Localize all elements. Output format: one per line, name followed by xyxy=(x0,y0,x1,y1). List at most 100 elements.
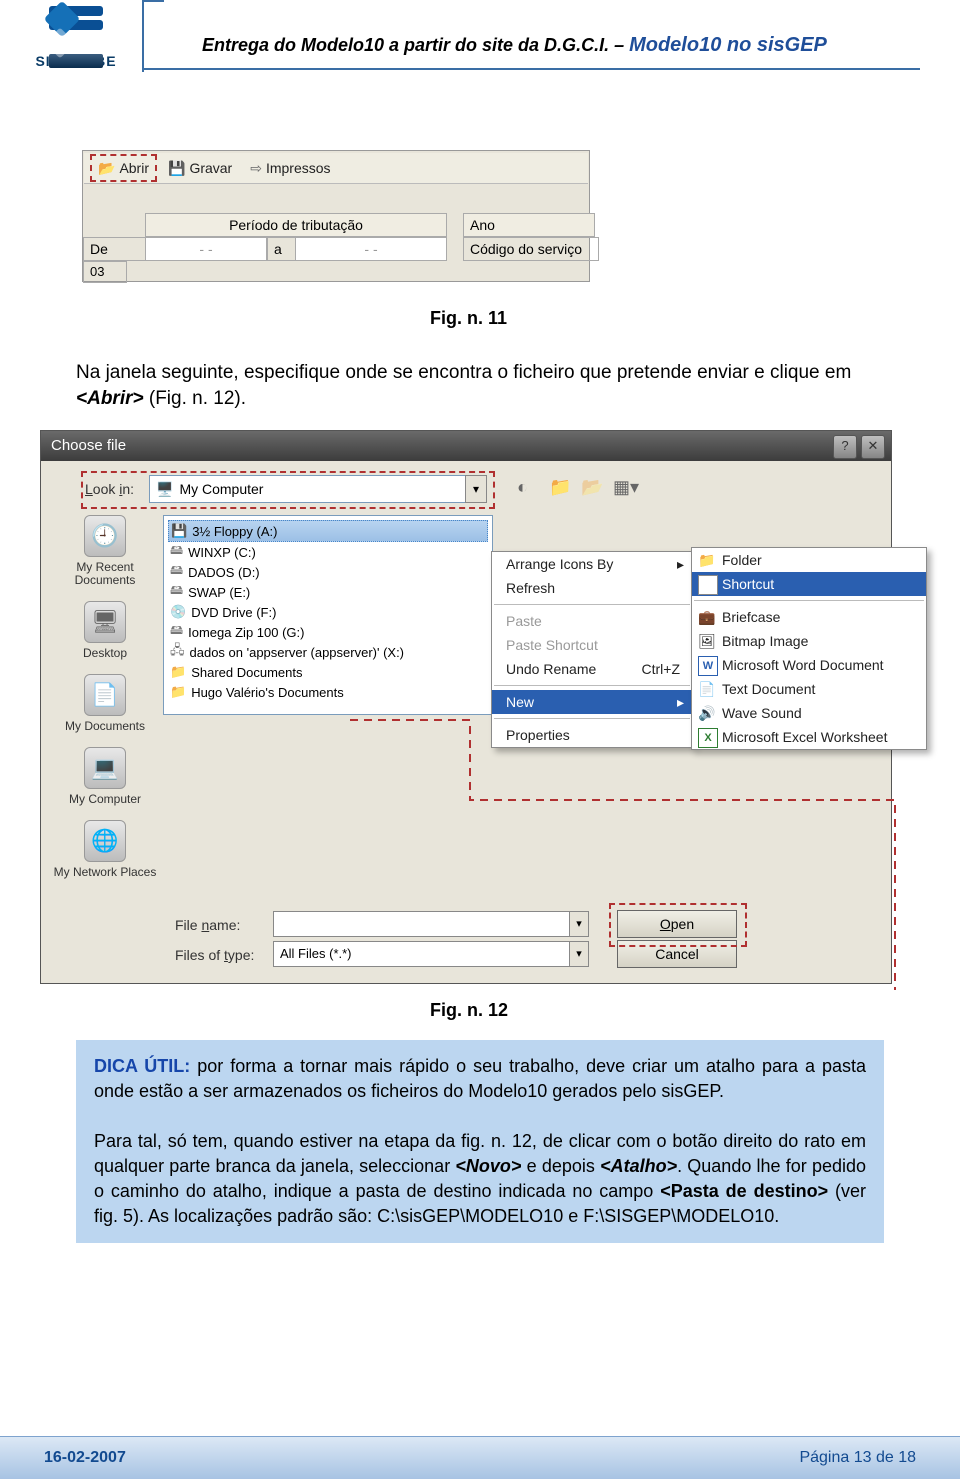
sm-folder[interactable]: 📁Folder xyxy=(692,548,926,572)
tip-novo: <Novo> xyxy=(455,1156,521,1176)
drive-list[interactable]: 💾3½ Floppy (A:) 🖴WINXP (C:) 🖴DADOS (D:) … xyxy=(163,515,493,715)
chevron-right-icon: ▸ xyxy=(677,690,684,714)
logo: SISGARBE xyxy=(26,6,126,76)
network-icon: 🌐 xyxy=(84,820,126,862)
date-to-input[interactable]: - - xyxy=(295,237,447,261)
de-label: De xyxy=(83,237,151,261)
places-documents[interactable]: 📄My Documents xyxy=(53,674,157,733)
briefcase-icon: 💼 xyxy=(698,608,716,626)
paragraph-1: Na janela seguinte, especifique onde se … xyxy=(76,360,884,412)
computer-icon: 🖥️ xyxy=(156,481,173,498)
row-num: 03 xyxy=(83,261,127,283)
lookin-value: My Computer xyxy=(179,481,263,497)
p1-b: <Abrir> xyxy=(76,388,144,409)
places-computer[interactable]: 💻My Computer xyxy=(53,747,157,806)
fig-11-caption: Fig. n. 11 xyxy=(430,308,507,329)
new-submenu: 📁Folder ↗Shortcut 💼Briefcase 🖼Bitmap Ima… xyxy=(691,547,927,750)
places-desktop[interactable]: 🖥Desktop xyxy=(53,601,157,660)
ctx-paste: Paste xyxy=(492,609,692,633)
ctx-undo-shortcut: Ctrl+Z xyxy=(642,657,681,681)
filetype-chevron-icon[interactable]: ▾ xyxy=(569,941,589,967)
sm-briefcase[interactable]: 💼Briefcase xyxy=(692,605,926,629)
ctx-new[interactable]: New▸ xyxy=(492,690,692,714)
ctx-refresh[interactable]: Refresh xyxy=(492,576,692,600)
filename-label: File name: xyxy=(175,917,240,933)
lookin-chevron-icon[interactable]: ▾ xyxy=(465,475,487,503)
context-menu: Arrange Icons By▸ Refresh Paste Paste Sh… xyxy=(491,551,693,748)
sound-icon: 🔊 xyxy=(698,704,716,722)
drive-item[interactable]: 💿DVD Drive (F:) xyxy=(168,602,488,622)
floppy-drive-icon: 💾 xyxy=(171,523,187,539)
ctx-properties[interactable]: Properties xyxy=(492,723,692,747)
places-network[interactable]: 🌐My Network Places xyxy=(53,820,157,879)
places-sidebar: 🕘My Recent Documents 🖥Desktop 📄My Docume… xyxy=(53,515,157,971)
drive-item[interactable]: 🖴SWAP (E:) xyxy=(168,582,488,602)
ctx-paste-shortcut: Paste Shortcut xyxy=(492,633,692,657)
drive-item[interactable]: 💾3½ Floppy (A:) xyxy=(168,520,488,542)
drive-item[interactable]: 📁Hugo Valério's Documents xyxy=(168,682,488,702)
zip-icon: 🖴 xyxy=(170,621,183,643)
save-button[interactable]: 💾Gravar xyxy=(161,155,239,181)
sm-text[interactable]: 📄Text Document xyxy=(692,677,926,701)
drive-item[interactable]: 🖴Iomega Zip 100 (G:) xyxy=(168,622,488,642)
drive-item[interactable]: 📁Shared Documents xyxy=(168,662,488,682)
tip-p1: por forma a tornar mais rápido o seu tra… xyxy=(94,1056,866,1101)
sm-wave[interactable]: 🔊Wave Sound xyxy=(692,701,926,725)
date-from-input[interactable]: - - xyxy=(145,237,267,261)
text-icon: 📄 xyxy=(698,680,716,698)
arrow-right-icon: ⇨ xyxy=(250,160,262,177)
word-icon: W xyxy=(698,656,718,676)
open-highlight xyxy=(609,903,747,947)
app-toolbar-screenshot: 📂Abrir 💾Gravar ⇨Impressos Período de tri… xyxy=(82,150,590,282)
open-label: Abrir xyxy=(119,160,149,176)
chevron-right-icon: ▸ xyxy=(677,552,684,576)
up-folder-icon[interactable]: 📁 xyxy=(549,477,571,498)
my-computer-icon: 💻 xyxy=(84,747,126,789)
dialog-title-text: Choose file xyxy=(51,437,126,454)
documents-icon: 📄 xyxy=(84,674,126,716)
ctx-undo[interactable]: Undo RenameCtrl+Z xyxy=(492,657,692,681)
close-button[interactable]: ✕ xyxy=(861,435,885,459)
lookin-label: Look in: xyxy=(85,481,134,497)
filetype-dropdown[interactable]: All Files (*.*) xyxy=(273,941,571,967)
desktop-icon: 🖥 xyxy=(84,601,126,643)
save-label: Gravar xyxy=(189,160,232,176)
p1-a: Na janela seguinte, especifique onde se … xyxy=(76,362,851,383)
print-button[interactable]: ⇨Impressos xyxy=(243,155,337,181)
places-recent[interactable]: 🕘My Recent Documents xyxy=(53,515,157,587)
periodo-header: Período de tributação xyxy=(145,213,447,237)
page-footer: 16-02-2007 Página 13 de 18 xyxy=(0,1436,960,1479)
folder-icon: 📁 xyxy=(170,684,186,700)
ctx-arrange[interactable]: Arrange Icons By▸ xyxy=(492,552,692,576)
filename-chevron-icon[interactable]: ▾ xyxy=(569,911,589,937)
help-button[interactable]: ? xyxy=(833,435,857,459)
recent-icon: 🕘 xyxy=(84,515,126,557)
floppy-icon: 💾 xyxy=(168,160,185,177)
net-drive-icon: 🖧 xyxy=(170,641,185,663)
title-prefix: Entrega do Modelo10 a partir do site da … xyxy=(202,35,629,55)
sm-excel[interactable]: XMicrosoft Excel Worksheet xyxy=(692,725,926,749)
title-suffix: Modelo10 no sisGEP xyxy=(629,34,827,56)
back-icon[interactable]: ◐ xyxy=(517,477,528,498)
p1-c: (Fig. n. 12). xyxy=(144,388,246,409)
tip-atalho: <Atalho> xyxy=(600,1156,677,1176)
new-folder-icon[interactable]: 📂 xyxy=(581,477,603,498)
filetype-label: Files of type: xyxy=(175,947,254,963)
tip-pasta: <Pasta de destino> xyxy=(660,1181,828,1201)
drive-item[interactable]: 🖴DADOS (D:) xyxy=(168,562,488,582)
codigo-label: Código do serviço xyxy=(463,237,599,261)
drive-item[interactable]: 🖴WINXP (C:) xyxy=(168,542,488,562)
sm-bitmap[interactable]: 🖼Bitmap Image xyxy=(692,629,926,653)
dialog-titlebar: Choose file ? ✕ xyxy=(41,431,891,461)
shortcut-icon: ↗ xyxy=(698,575,718,595)
sm-shortcut[interactable]: ↗Shortcut xyxy=(692,572,926,596)
tip-lead: DICA ÚTIL: xyxy=(94,1056,190,1076)
filename-input[interactable] xyxy=(273,911,571,937)
open-button[interactable]: 📂Abrir xyxy=(90,154,157,182)
hdd-icon: 🖴 xyxy=(170,581,183,603)
view-menu-icon[interactable]: ▦▾ xyxy=(613,477,639,498)
tip-box: DICA ÚTIL: por forma a tornar mais rápid… xyxy=(76,1040,884,1243)
lookin-dropdown[interactable]: 🖥️ My Computer xyxy=(149,475,473,503)
drive-item[interactable]: 🖧dados on 'appserver (appserver)' (X:) xyxy=(168,642,488,662)
sm-word[interactable]: WMicrosoft Word Document xyxy=(692,653,926,677)
